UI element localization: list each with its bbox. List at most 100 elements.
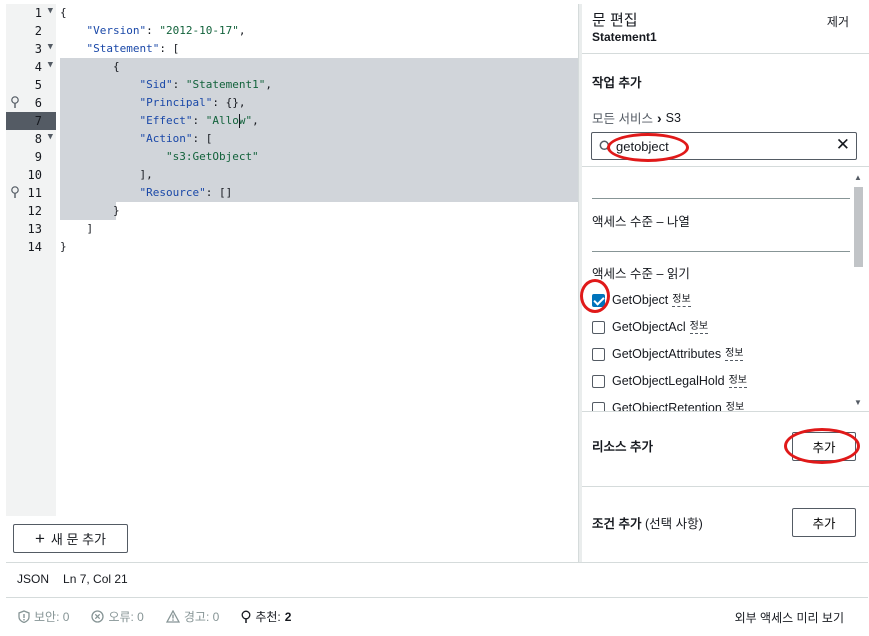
line-number: 2 <box>34 24 42 38</box>
add-condition-section: 조건 추가 (선택 사항) 추가 <box>582 486 869 562</box>
action-checkbox[interactable] <box>592 347 605 361</box>
code-line[interactable]: "Statement": [ <box>60 40 180 58</box>
json-key: "Action" <box>139 132 193 145</box>
action-list[interactable]: 액세스 수준 – 나열 액세스 수준 – 읽기 GetObject 정보 GetOb… <box>582 166 869 412</box>
error-count-label: 오류: 0 <box>108 610 144 624</box>
code-line[interactable]: "Resource": [] <box>60 184 232 202</box>
add-condition-heading: 조건 추가 (선택 사항) <box>592 513 703 532</box>
action-search-field[interactable]: ✕ <box>591 132 857 160</box>
info-link[interactable]: 정보 <box>689 321 709 334</box>
add-resource-button[interactable]: 추가 <box>792 432 856 461</box>
code-line[interactable]: "Action": [ <box>60 130 212 148</box>
breadcrumb-service: S3 <box>665 110 681 125</box>
code-line[interactable]: ] <box>60 220 93 238</box>
code-area[interactable]: { "Version": "2012-10-17", "Statement": … <box>56 4 578 516</box>
line-number-row: 3 ▼ <box>6 40 56 58</box>
line-number-row: 8 ▼ <box>6 130 56 148</box>
info-link[interactable]: 정보 <box>672 294 691 307</box>
json-policy-editor[interactable]: 1 ▼ 2 3 ▼ 4 ▼ 5 6 7 8 ▼ 9 10 11 12 13 14 { "Version": "20… <box>6 4 578 516</box>
preview-external-access-link[interactable]: 외부 액세스 미리 보기 <box>735 609 844 626</box>
json-punctuation <box>60 150 166 163</box>
scroll-down-icon[interactable]: ▼ <box>854 398 862 407</box>
code-line[interactable]: { <box>60 4 67 22</box>
line-number: 12 <box>27 204 42 218</box>
json-punctuation: , <box>238 24 246 37</box>
add-action-heading: 작업 추가 <box>592 76 642 90</box>
action-checkbox[interactable] <box>592 293 605 307</box>
service-breadcrumb: 모든 서비스 › S3 <box>592 108 681 127</box>
line-number: 5 <box>34 78 42 92</box>
line-number: 14 <box>27 240 42 254</box>
action-checkbox[interactable] <box>592 401 605 411</box>
action-item[interactable]: GetObjectAttributes 정보 <box>592 345 744 363</box>
json-punctuation: ], <box>60 168 153 181</box>
info-link[interactable]: 정보 <box>726 402 744 412</box>
line-number-row: 10 <box>6 166 56 184</box>
recommendation-number: 2 <box>284 609 292 624</box>
info-link[interactable]: 정보 <box>725 348 744 361</box>
scroll-up-icon[interactable]: ▲ <box>854 173 862 182</box>
code-line[interactable]: "Principal": {}, <box>60 94 245 112</box>
access-level-read-heading[interactable]: 액세스 수준 – 읽기 <box>592 263 690 282</box>
json-punctuation: : <box>172 78 186 91</box>
list-scrollbar[interactable]: ▲ ▼ <box>853 173 863 407</box>
line-number-row: 2 <box>6 22 56 40</box>
code-line[interactable]: "Sid": "Statement1", <box>60 76 271 94</box>
security-count-label: 보안: 0 <box>34 610 70 624</box>
fold-arrow-icon[interactable]: ▼ <box>48 6 53 16</box>
lightbulb-icon[interactable] <box>11 96 19 109</box>
scrollbar-thumb[interactable] <box>854 187 863 267</box>
code-line[interactable]: "Effect": "Allow", <box>60 112 258 130</box>
code-line[interactable]: } <box>60 238 67 256</box>
fold-arrow-icon[interactable]: ▼ <box>48 132 53 142</box>
json-key: "Statement" <box>86 42 160 55</box>
json-string: "Allow" <box>205 114 253 127</box>
action-checkbox[interactable] <box>592 320 605 334</box>
json-key: "Sid" <box>139 78 173 91</box>
action-item[interactable]: GetObjectAcl 정보 <box>592 318 709 336</box>
code-line[interactable]: "s3:GetObject" <box>60 148 259 166</box>
panel-title: 문 편집 <box>592 12 638 29</box>
code-line[interactable]: "Version": "2012-10-17", <box>60 22 246 40</box>
code-line[interactable]: } <box>60 202 120 220</box>
line-number-row: 5 <box>6 76 56 94</box>
text-cursor <box>239 114 240 128</box>
line-number-row: 6 <box>6 94 56 112</box>
json-punctuation: { <box>60 6 67 19</box>
json-punctuation: : <box>146 24 160 37</box>
breadcrumb-all-services[interactable]: 모든 서비스 <box>592 108 653 127</box>
code-line[interactable]: ], <box>60 166 153 184</box>
fold-arrow-icon[interactable]: ▼ <box>48 60 53 70</box>
action-item[interactable]: GetObjectLegalHold 정보 <box>592 372 747 390</box>
info-link[interactable]: 정보 <box>728 375 747 388</box>
error-count[interactable]: 오류: 0 <box>91 608 144 625</box>
recommendation-count[interactable]: 추천: 2 <box>241 608 291 625</box>
clear-search-icon[interactable]: ✕ <box>836 136 850 154</box>
action-item[interactable]: GetObjectRetention 정보 <box>592 399 744 412</box>
add-condition-button[interactable]: 추가 <box>792 508 856 537</box>
access-level-list-heading[interactable]: 액세스 수준 – 나열 <box>592 211 690 230</box>
lightbulb-icon[interactable] <box>11 186 19 199</box>
group-divider <box>592 198 850 199</box>
line-number: 3 <box>34 42 42 56</box>
add-resource-heading: 리소스 추가 <box>592 440 653 454</box>
json-punctuation <box>60 186 139 199</box>
plus-icon: + <box>34 529 45 548</box>
json-string: "Statement1" <box>185 78 266 91</box>
line-number-row: 9 <box>6 148 56 166</box>
code-line[interactable]: { <box>60 58 120 76</box>
security-count[interactable]: 보안: 0 <box>18 608 69 625</box>
json-punctuation <box>60 96 139 109</box>
action-search-input[interactable] <box>616 137 826 155</box>
fold-arrow-icon[interactable]: ▼ <box>48 42 53 52</box>
add-new-statement-button[interactable]: + 새 문 추가 <box>13 524 128 553</box>
line-number-gutter: 1 ▼ 2 3 ▼ 4 ▼ 5 6 7 8 ▼ 9 10 11 12 13 14 <box>6 4 56 516</box>
warning-count[interactable]: 경고: 0 <box>165 608 219 625</box>
json-key: "Resource" <box>139 186 206 199</box>
shield-icon <box>18 610 30 623</box>
error-circle-icon <box>91 610 105 623</box>
remove-statement-button[interactable]: 제거 <box>827 13 849 30</box>
action-item[interactable]: GetObject 정보 <box>592 291 691 309</box>
action-checkbox[interactable] <box>592 374 605 388</box>
line-number: 11 <box>27 186 42 200</box>
